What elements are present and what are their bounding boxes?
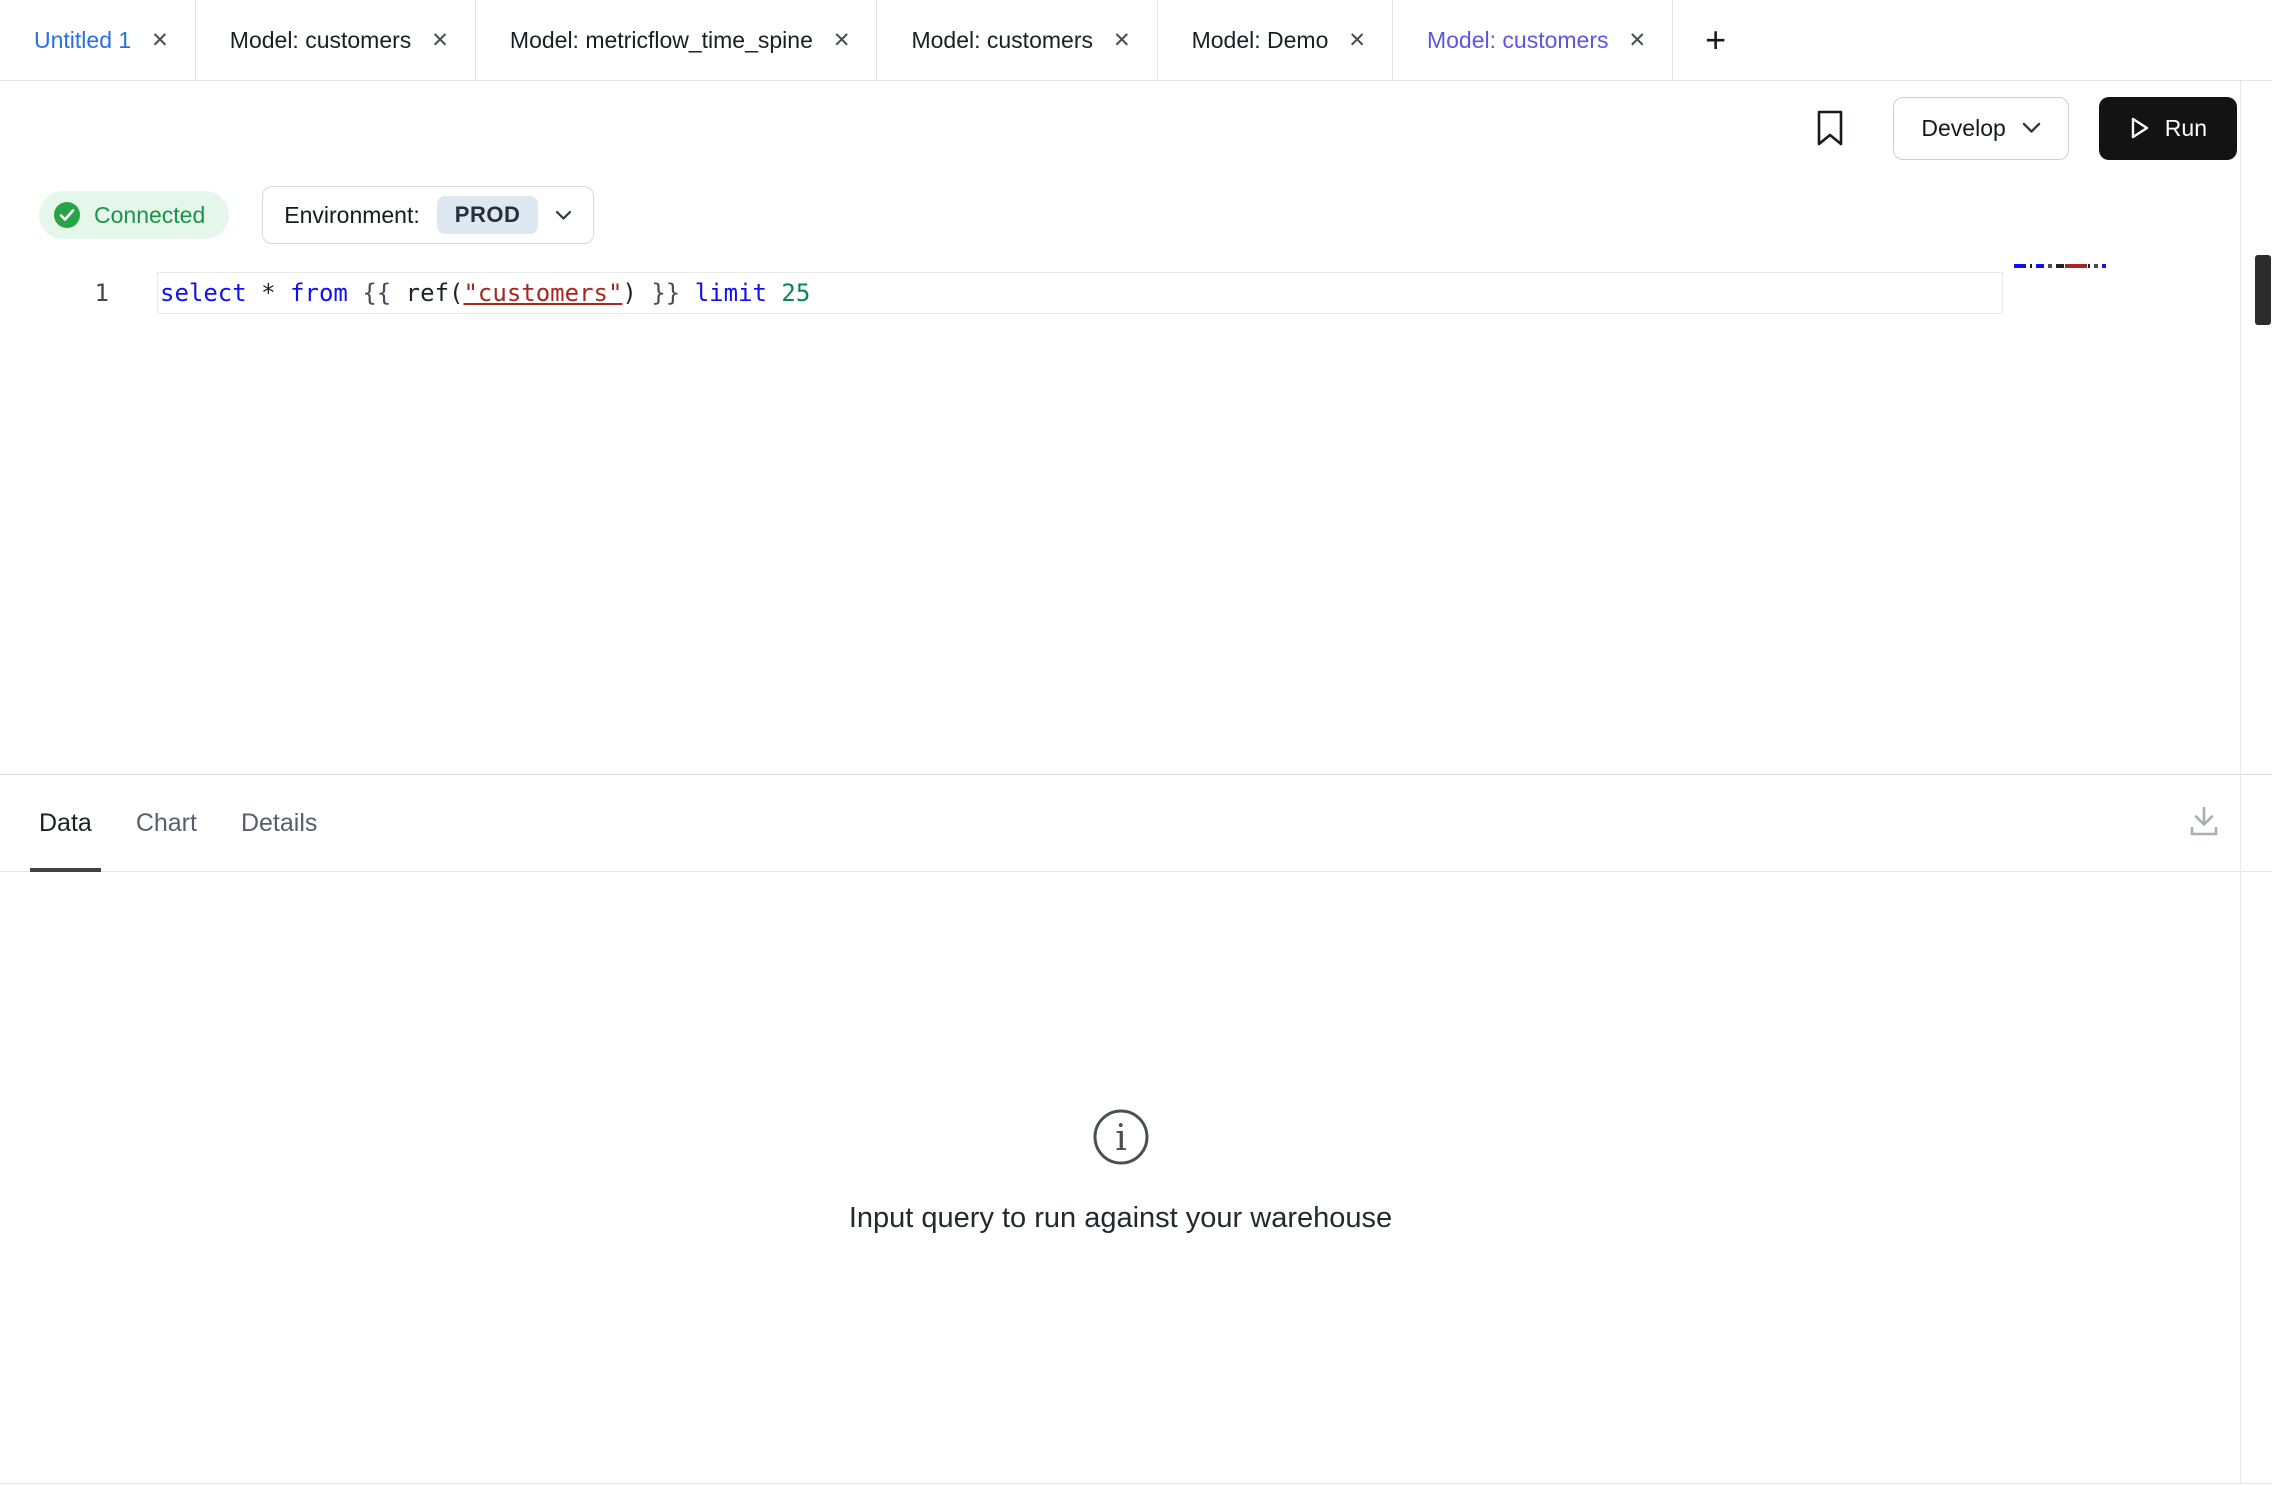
results-header: Data Chart Details: [0, 775, 2272, 872]
minimap-token: [2102, 264, 2106, 268]
code-line[interactable]: select * from {{ ref("customers") }} lim…: [160, 272, 810, 314]
connection-status-label: Connected: [94, 202, 205, 229]
run-button[interactable]: Run: [2099, 97, 2237, 160]
bookmark-icon: [1815, 109, 1845, 147]
tab-model-customers[interactable]: Model: customers ✕: [196, 0, 476, 80]
sql-editor[interactable]: 1 select * from {{ ref("customers") }} l…: [0, 255, 2272, 774]
code-token-keyword: select: [160, 279, 247, 307]
code-token-plain: *: [261, 279, 275, 307]
new-tab-button[interactable]: +: [1673, 0, 1758, 80]
run-label: Run: [2165, 115, 2207, 142]
minimap-token: [2048, 264, 2052, 268]
download-icon: [2186, 803, 2222, 839]
tab-model-demo[interactable]: Model: Demo ✕: [1158, 0, 1393, 80]
minimap-token: [2030, 264, 2032, 268]
tab-close-icon[interactable]: ✕: [833, 30, 851, 51]
code-token-string-link[interactable]: "customers": [463, 279, 622, 307]
chevron-down-icon: [555, 210, 572, 221]
tab-close-icon[interactable]: ✕: [151, 30, 169, 51]
environment-value-badge: PROD: [437, 196, 539, 234]
right-pane-divider: [2240, 81, 2241, 1483]
code-token-jinja: }}: [651, 279, 680, 307]
play-icon: [2129, 116, 2151, 140]
minimap-token: [2056, 264, 2064, 268]
environment-label: Environment:: [284, 202, 420, 229]
minimap-token: [2094, 264, 2098, 268]
toolbar: Develop Run: [0, 81, 2272, 175]
environment-dropdown[interactable]: Environment: PROD: [262, 186, 594, 244]
tab-label: Model: customers: [1427, 29, 1609, 52]
tab-close-icon[interactable]: ✕: [1629, 30, 1647, 51]
tab-model-customers[interactable]: Model: customers ✕: [1393, 0, 1673, 80]
code-token-plain: [637, 279, 651, 307]
code-token-plain: [276, 279, 290, 307]
code-token-plain: [247, 279, 261, 307]
tab-close-icon[interactable]: ✕: [431, 30, 449, 51]
status-row: Connected Environment: PROD: [0, 175, 2272, 255]
check-icon: [53, 201, 81, 229]
tab-bar: Untitled 1✕Model: customers✕Model: metri…: [0, 0, 2272, 81]
bookmark-button[interactable]: [1815, 109, 1845, 147]
tab-model-customers[interactable]: Model: customers ✕: [877, 0, 1157, 80]
tab-label: Untitled 1: [34, 29, 131, 52]
tab-untitled-1[interactable]: Untitled 1 ✕: [0, 0, 196, 80]
results-tab-data[interactable]: Data: [39, 775, 92, 871]
code-token-plain: [391, 279, 405, 307]
app-root: Untitled 1✕Model: customers✕Model: metri…: [0, 0, 2272, 1486]
bottom-border: [0, 1483, 2272, 1484]
code-token-plain: ): [622, 279, 636, 307]
tab-label: Model: Demo: [1192, 29, 1329, 52]
line-number: 1: [0, 272, 130, 314]
minimap-token: [2088, 264, 2090, 268]
tab-label: Model: customers: [230, 29, 412, 52]
results-panel: Data Chart Details i Input query to run ag…: [0, 774, 2272, 1486]
code-token-jinja: {{: [362, 279, 391, 307]
minimap-line: [2014, 264, 2106, 268]
download-button[interactable]: [2186, 803, 2222, 842]
minimap-token: [2014, 264, 2026, 268]
tab-close-icon[interactable]: ✕: [1113, 30, 1131, 51]
connection-status-badge: Connected: [39, 191, 229, 239]
results-tab-details[interactable]: Details: [241, 775, 317, 871]
editor-scrollbar-thumb[interactable]: [2255, 255, 2271, 325]
code-token-plain: [767, 279, 781, 307]
develop-button[interactable]: Develop: [1893, 97, 2068, 160]
empty-state: i Input query to run against your wareho…: [0, 1107, 2241, 1235]
tab-label: Model: metricflow_time_spine: [510, 29, 813, 52]
results-tab-chart[interactable]: Chart: [136, 775, 197, 871]
tab-model-metricflow-time-spine[interactable]: Model: metricflow_time_spine ✕: [476, 0, 878, 80]
code-token-keyword: from: [290, 279, 348, 307]
develop-label: Develop: [1921, 115, 2005, 142]
info-icon: i: [1091, 1107, 1151, 1167]
code-token-number: 25: [781, 279, 810, 307]
minimap-token: [2065, 264, 2087, 268]
code-token-keyword: limit: [695, 279, 767, 307]
svg-text:i: i: [1115, 1118, 1127, 1159]
tab-label: Model: customers: [911, 29, 1093, 52]
minimap-token: [2036, 264, 2044, 268]
empty-state-message: Input query to run against your warehous…: [0, 1202, 2241, 1235]
code-token-plain: [680, 279, 694, 307]
minimap[interactable]: [2014, 264, 2106, 280]
code-token-plain: [348, 279, 362, 307]
tab-close-icon[interactable]: ✕: [1348, 30, 1366, 51]
code-token-plain: ref(: [406, 279, 464, 307]
chevron-down-icon: [2022, 122, 2041, 134]
